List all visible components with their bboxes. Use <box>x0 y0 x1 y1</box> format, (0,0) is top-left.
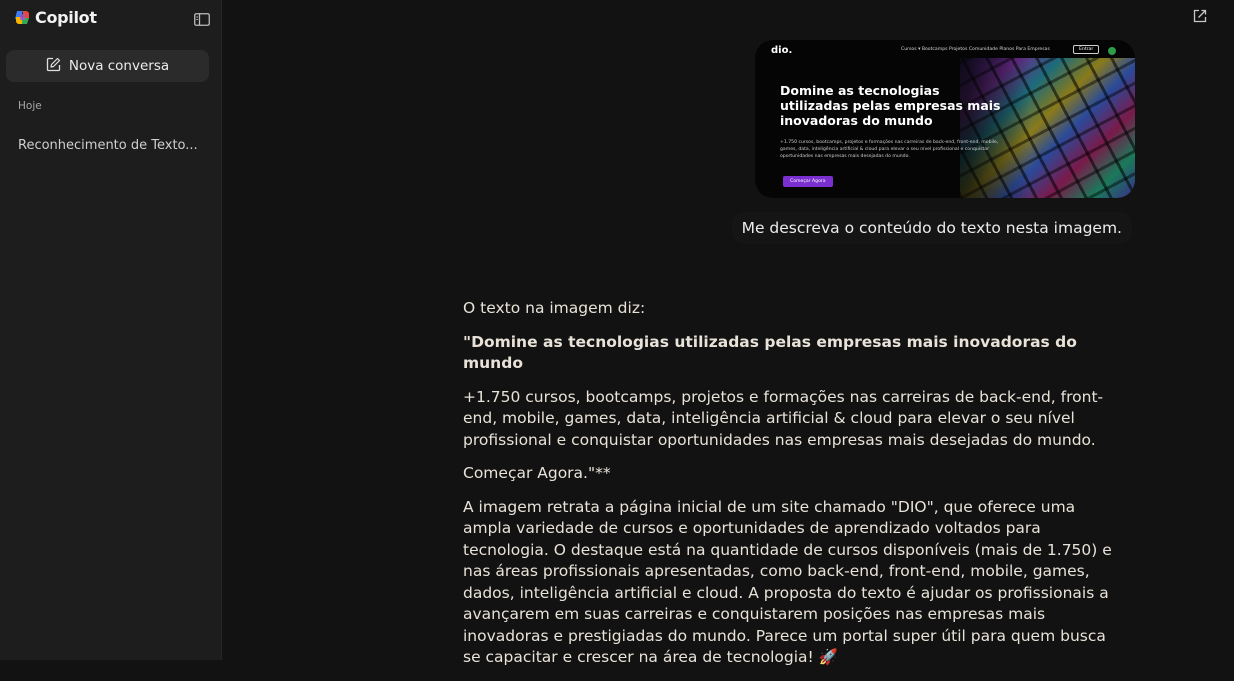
history-item[interactable]: Reconhecimento de Texto... <box>18 138 208 153</box>
assistant-quote-cta: Começar Agora."** <box>463 464 611 482</box>
sidebar: Copilot Nova conversa Hoje Reconheciment… <box>0 0 221 660</box>
image-cta-button: Começar Agora <box>783 176 833 187</box>
brand-name: Copilot <box>35 8 97 27</box>
brand[interactable]: Copilot <box>14 8 97 27</box>
sidebar-toggle-icon[interactable] <box>194 11 210 26</box>
image-subtext: +1.750 cursos, bootcamps, projetos e for… <box>780 140 999 159</box>
assistant-intro: O texto na imagem diz: <box>463 299 646 317</box>
image-enter-button: Entrar <box>1073 45 1100 54</box>
copilot-logo-icon <box>14 9 31 26</box>
attached-image[interactable]: dio. Cursos ▾ Bootcamps Projetos Comunid… <box>755 40 1135 198</box>
history-section-label: Hoje <box>18 100 42 112</box>
assistant-analysis: A imagem retrata a página inicial de um … <box>463 497 1112 667</box>
assistant-quote-body: +1.750 cursos, bootcamps, projetos e for… <box>463 387 1104 449</box>
new-chat-button[interactable]: Nova conversa <box>6 50 209 82</box>
image-nav-links: Cursos ▾ Bootcamps Projetos Comunidade P… <box>901 47 1050 52</box>
sidebar-divider <box>221 0 222 660</box>
image-headline: Domine as tecnologias utilizadas pelas e… <box>780 83 1001 128</box>
dio-logo: dio. <box>771 45 793 56</box>
collage-fade <box>910 58 1030 198</box>
new-chat-label: Nova conversa <box>68 58 170 74</box>
user-message: Me descreva o conteúdo do texto nesta im… <box>731 212 1132 244</box>
compose-icon <box>46 57 61 76</box>
assistant-message: O texto na imagem diz: "Domine as tecnol… <box>463 298 1123 681</box>
share-icon[interactable] <box>1192 8 1208 24</box>
image-nav-bar: dio. Cursos ▾ Bootcamps Projetos Comunid… <box>755 40 1135 62</box>
assistant-quote-title: "Domine as tecnologias utilizadas pelas … <box>463 332 1077 373</box>
flag-icon <box>1108 47 1116 55</box>
